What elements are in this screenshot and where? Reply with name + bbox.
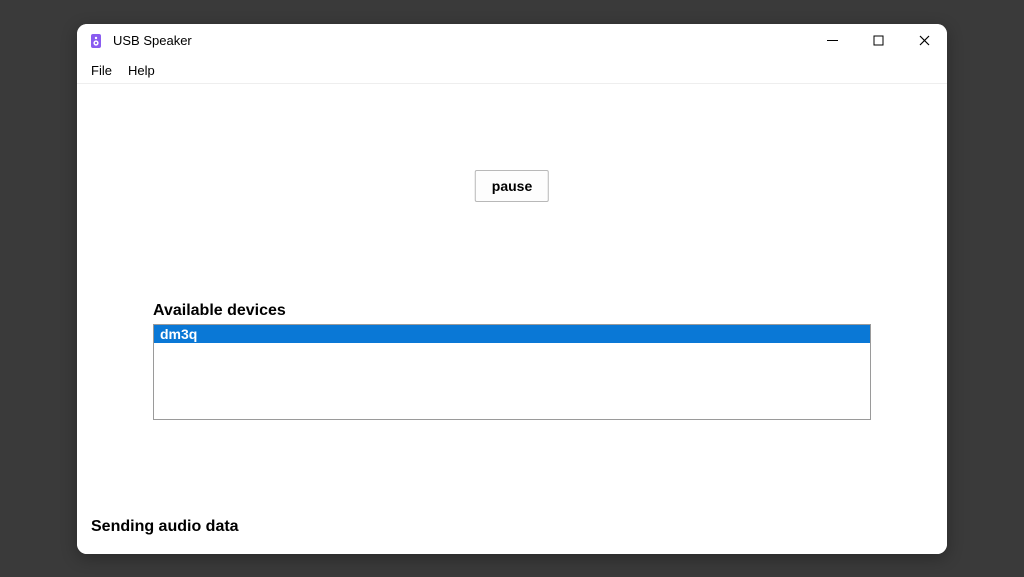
pause-button[interactable]: pause [475,170,549,202]
speaker-icon [87,32,105,50]
app-window: USB Speaker File Help pause Available de… [77,24,947,554]
menu-file[interactable]: File [83,61,120,80]
window-controls [809,24,947,58]
devices-heading: Available devices [153,302,871,320]
menu-help[interactable]: Help [120,61,163,80]
devices-section: Available devices dm3q [153,302,871,420]
maximize-button[interactable] [855,24,901,58]
titlebar: USB Speaker [77,24,947,58]
devices-listbox[interactable]: dm3q [153,324,871,420]
device-row[interactable]: dm3q [154,325,870,343]
menubar: File Help [77,58,947,84]
minimize-button[interactable] [809,24,855,58]
content-area: pause Available devices dm3q Sending aud… [77,84,947,554]
status-text: Sending audio data [91,518,239,536]
close-button[interactable] [901,24,947,58]
window-title: USB Speaker [113,33,809,48]
